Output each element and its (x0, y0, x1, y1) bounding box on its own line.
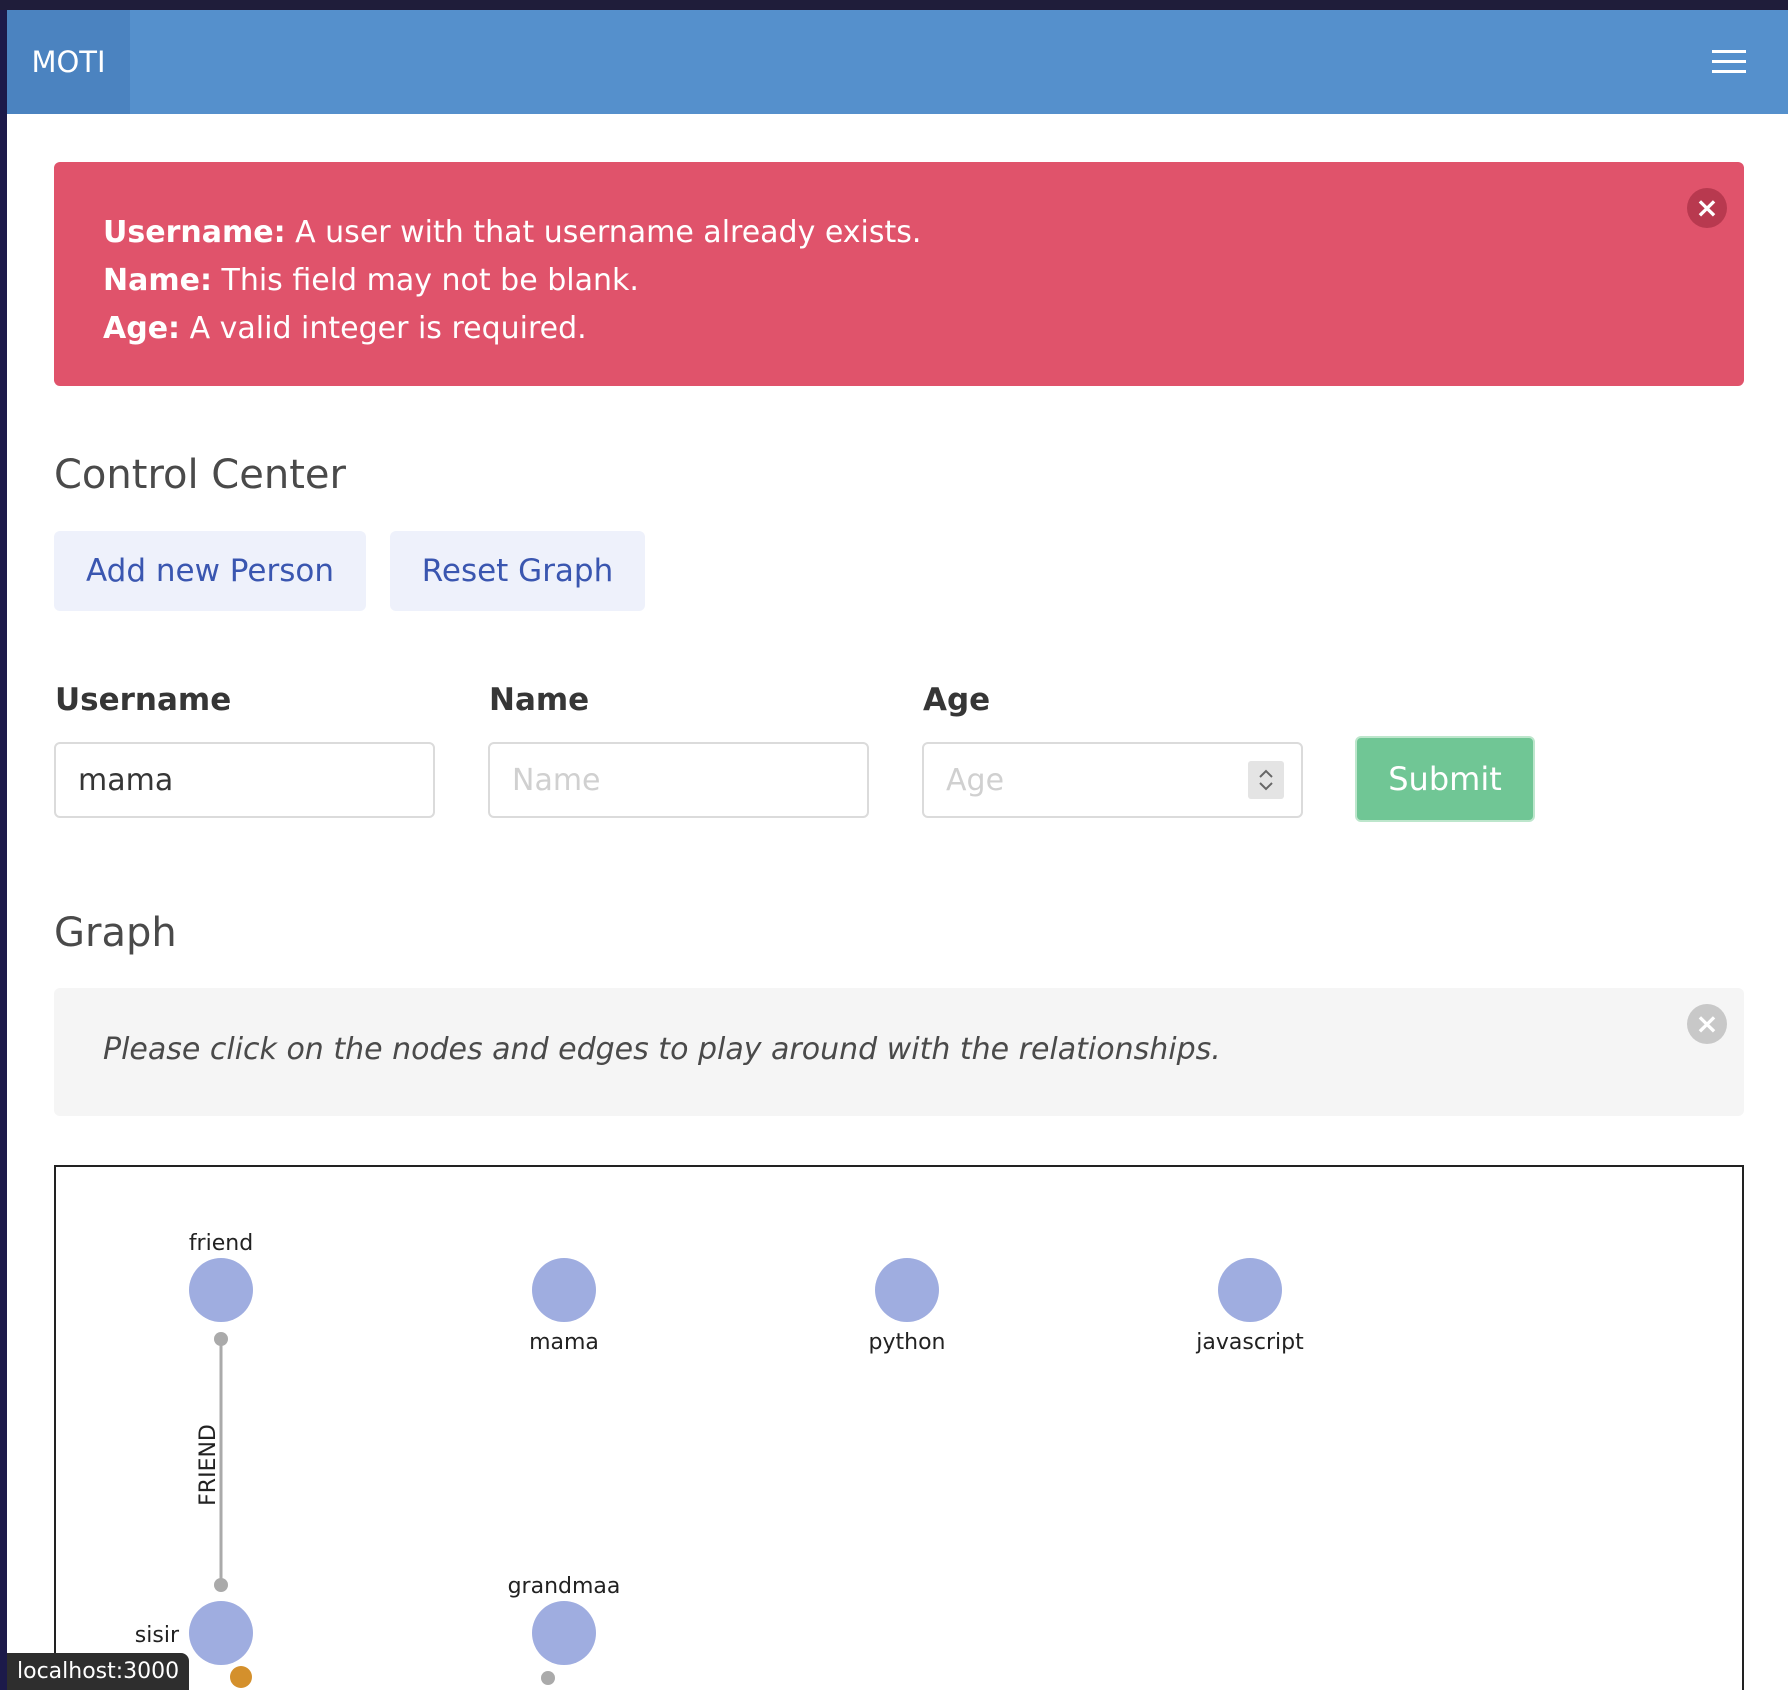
graph-node-mama[interactable] (532, 1258, 596, 1322)
age-stepper-icon[interactable] (1248, 761, 1284, 799)
error-username: Username: A user with that username alre… (103, 215, 922, 250)
node-marker-icon (230, 1666, 252, 1688)
edge-label-friend: FRIEND (196, 1424, 221, 1506)
age-label: Age (923, 682, 991, 718)
edge-endpoint-icon (541, 1671, 555, 1685)
window-top-strip (0, 0, 1788, 10)
age-input[interactable] (922, 742, 1303, 818)
graph-notice: Please click on the nodes and edges to p… (54, 988, 1744, 1116)
graph-node-python[interactable] (875, 1258, 939, 1322)
graph-node-grandmaa[interactable] (532, 1601, 596, 1665)
graph-node-friend[interactable] (189, 1258, 253, 1322)
edge-endpoint-icon (214, 1332, 228, 1346)
username-label: Username (55, 682, 232, 718)
brand-logo[interactable]: MOTI (7, 10, 130, 114)
username-input[interactable] (54, 742, 435, 818)
error-list: Username: A user with that username alre… (103, 209, 921, 353)
notice-close-icon[interactable]: × (1687, 1004, 1727, 1044)
graph-notice-text: Please click on the nodes and edges to p… (103, 1032, 1221, 1067)
node-label-python: python (869, 1330, 946, 1355)
node-label-mama: mama (529, 1330, 599, 1355)
node-label-javascript: javascript (1195, 1330, 1304, 1355)
error-age: Age: A valid integer is required. (103, 311, 587, 346)
graph-canvas[interactable]: FRIEND friend mama python javascript sis… (54, 1165, 1744, 1690)
error-name: Name: This field may not be blank. (103, 263, 639, 298)
control-center-heading: Control Center (54, 452, 346, 498)
graph-node-sisir[interactable] (189, 1601, 253, 1665)
navbar: MOTI (7, 10, 1788, 114)
graph-node-javascript[interactable] (1218, 1258, 1282, 1322)
name-label: Name (489, 682, 590, 718)
node-label-grandmaa: grandmaa (508, 1574, 621, 1599)
graph-heading: Graph (54, 910, 177, 956)
node-label-friend: friend (189, 1231, 253, 1256)
window-left-edge (0, 10, 7, 1690)
alert-close-icon[interactable]: × (1687, 188, 1727, 228)
hamburger-menu-icon[interactable] (1712, 50, 1746, 74)
node-label-sisir: sisir (135, 1623, 180, 1648)
submit-button[interactable]: Submit (1355, 736, 1535, 822)
error-alert: Username: A user with that username alre… (54, 162, 1744, 386)
reset-graph-button[interactable]: Reset Graph (390, 531, 645, 611)
page: MOTI Username: A user with that username… (7, 10, 1788, 1690)
name-input[interactable] (488, 742, 869, 818)
status-bar-url: localhost:3000 (7, 1653, 190, 1690)
edge-endpoint-icon (214, 1578, 228, 1592)
add-new-person-button[interactable]: Add new Person (54, 531, 366, 611)
